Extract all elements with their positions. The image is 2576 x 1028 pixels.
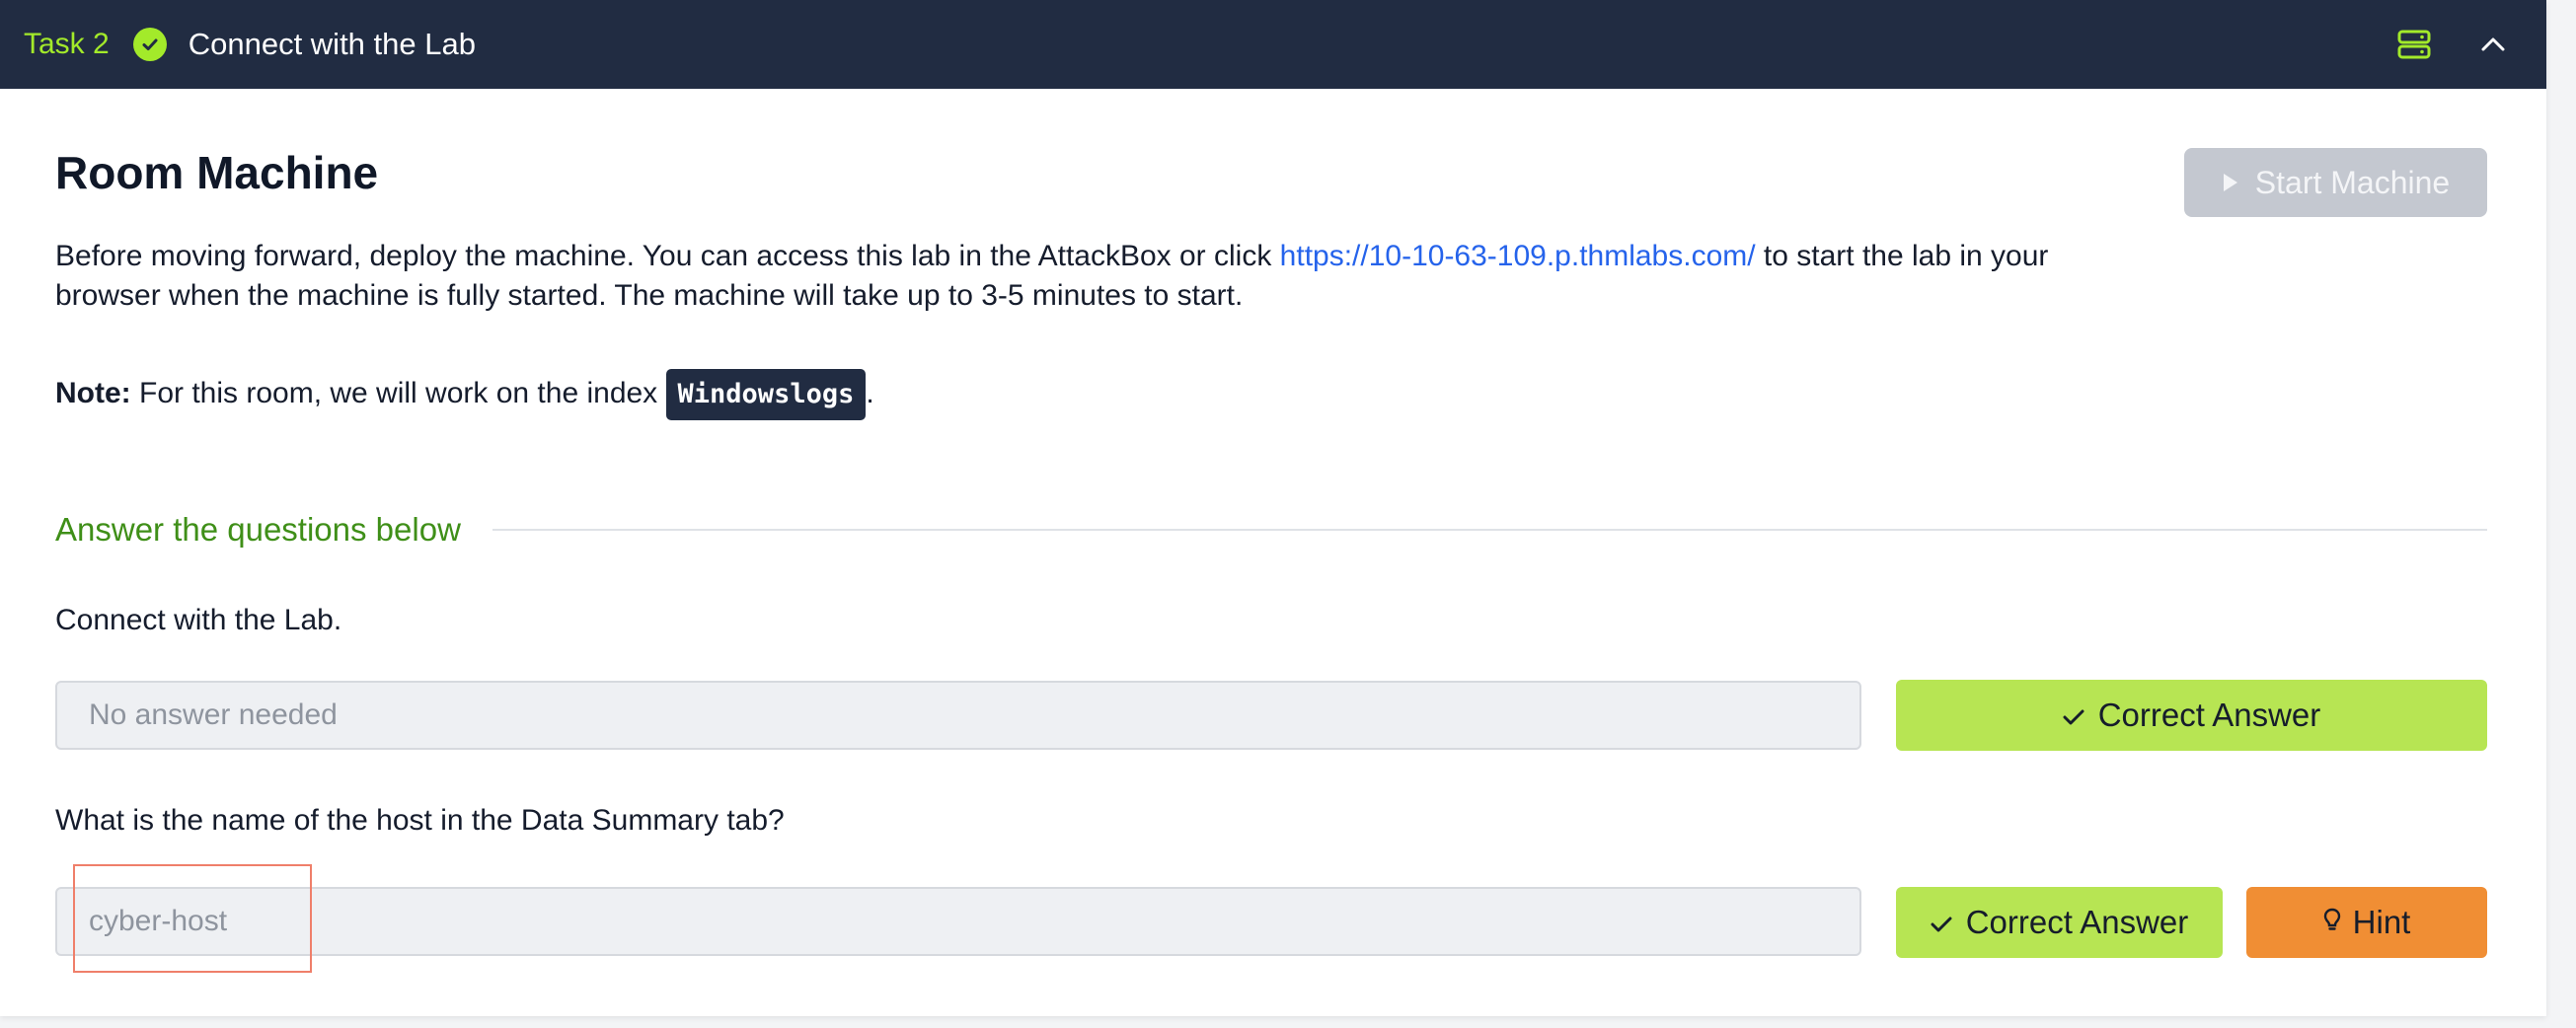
task-label: Task 2: [24, 28, 110, 60]
lab-link[interactable]: https://10-10-63-109.p.thmlabs.com/: [1280, 240, 1756, 272]
intro-paragraph: Before moving forward, deploy the machin…: [55, 237, 2128, 316]
question-2-answer-field[interactable]: cyber-host: [55, 887, 1861, 956]
task-card: Task 2 Connect with the Lab Room Machine…: [0, 0, 2546, 1016]
questions-heading: Answer the questions below: [55, 511, 2487, 549]
note-end: .: [866, 377, 874, 409]
server-icon[interactable]: [2394, 25, 2434, 64]
question-1-answer-field[interactable]: No answer needed: [55, 681, 1861, 750]
hint-button[interactable]: Hint: [2246, 887, 2487, 958]
divider: [492, 529, 2487, 531]
task-title: Connect with the Lab: [188, 27, 476, 61]
question-1-text: Connect with the Lab.: [55, 604, 342, 636]
note-text: For this room, we will work on the index: [130, 377, 666, 409]
start-machine-label: Start Machine: [2254, 164, 2451, 200]
start-machine-button[interactable]: Start Machine: [2184, 148, 2487, 217]
play-icon: [2222, 165, 2239, 201]
answer-highlight-box: [73, 864, 312, 973]
page: Task 2 Connect with the Lab Room Machine…: [0, 0, 2576, 1028]
header-icons: [2394, 0, 2513, 89]
question-2-correct-answer-button[interactable]: Correct Answer: [1896, 887, 2223, 958]
hint-label: Hint: [2352, 904, 2411, 940]
questions-heading-label: Answer the questions below: [55, 511, 461, 548]
task-header[interactable]: Task 2 Connect with the Lab: [0, 0, 2546, 89]
check-circle-icon: [132, 28, 167, 61]
check-icon: [2063, 697, 2084, 734]
question-2-correct-answer-label: Correct Answer: [1965, 904, 2189, 940]
note-label: Note:: [55, 377, 131, 409]
question-1-answer-value: No answer needed: [89, 698, 338, 731]
question-1-correct-answer-button[interactable]: Correct Answer: [1896, 680, 2487, 751]
check-icon: [1931, 904, 1952, 941]
question-1-correct-answer-label: Correct Answer: [2097, 697, 2321, 733]
question-2-text: What is the name of the host in the Data…: [55, 804, 785, 837]
index-code: Windowslogs: [665, 369, 867, 421]
note-paragraph: Note: For this room, we will work on the…: [55, 368, 874, 421]
room-machine-title: Room Machine: [55, 147, 379, 198]
lightbulb-icon: [2323, 904, 2341, 941]
intro-text-before: Before moving forward, deploy the machin…: [55, 240, 1280, 272]
chevron-up-icon[interactable]: [2473, 25, 2513, 64]
